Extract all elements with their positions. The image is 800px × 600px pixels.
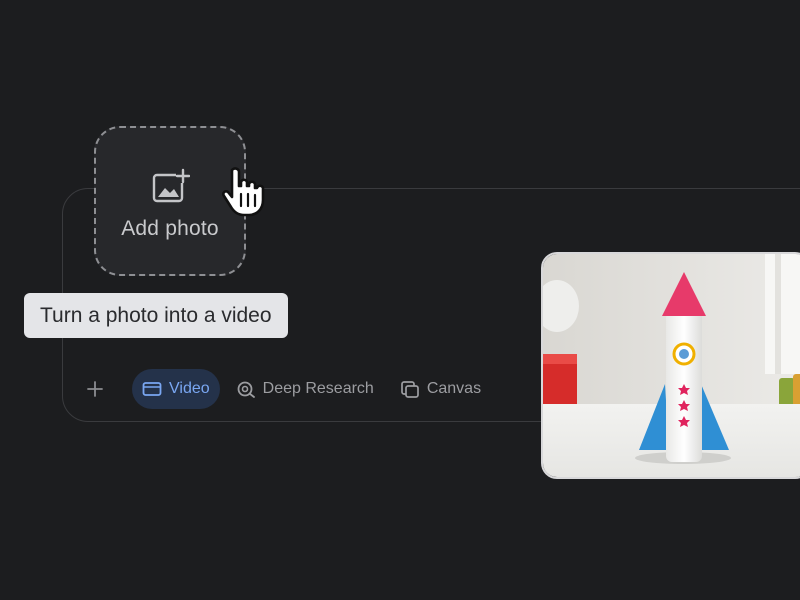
- tool-deep-research-chip[interactable]: Deep Research: [226, 369, 384, 409]
- add-attachment-button[interactable]: [80, 374, 110, 404]
- tooltip-text: Turn a photo into a video: [40, 303, 272, 327]
- add-photo-label: Add photo: [121, 217, 219, 240]
- canvas-icon: [400, 381, 419, 398]
- hand-cursor-icon: [222, 167, 265, 217]
- add-image-icon: [152, 168, 190, 203]
- rocket-photo-image: [543, 254, 800, 477]
- tool-video-label: Video: [169, 380, 210, 397]
- video-icon: [142, 382, 162, 396]
- app-stage: Add photo Turn a photo into a video Vide…: [0, 0, 800, 600]
- toolbar: Video Deep Research Canvas: [80, 368, 497, 410]
- rocket-photo: [541, 252, 800, 479]
- tooltip: Turn a photo into a video: [24, 293, 288, 338]
- deep-research-icon: [237, 381, 255, 398]
- tool-deep-research-label: Deep Research: [262, 380, 374, 397]
- plus-icon: [87, 381, 103, 397]
- tool-canvas-label: Canvas: [426, 380, 482, 397]
- tool-canvas-chip[interactable]: Canvas: [390, 369, 491, 409]
- tool-video-chip[interactable]: Video: [132, 369, 220, 409]
